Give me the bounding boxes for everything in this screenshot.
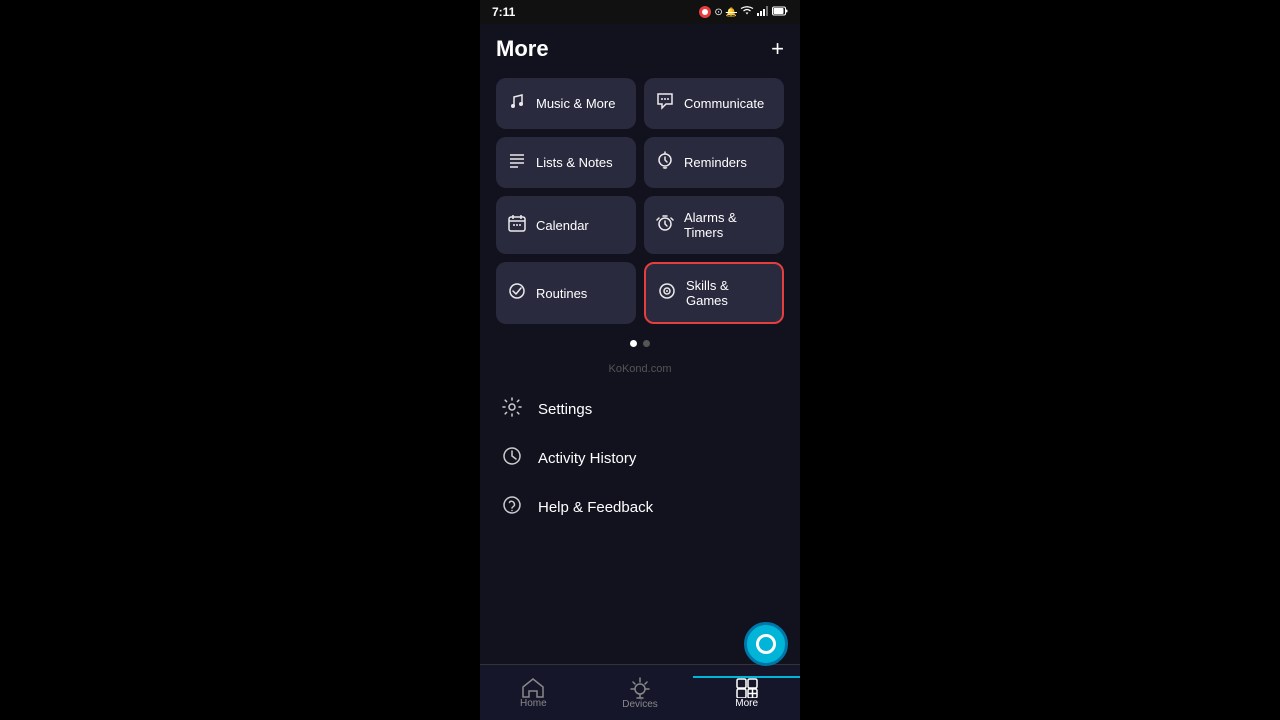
card-calendar-label: Calendar [536, 218, 589, 233]
card-lists-notes[interactable]: Lists & Notes [496, 137, 636, 188]
wifi-icon [740, 6, 754, 19]
mute-icon: 🔔 [726, 7, 737, 18]
card-reminders[interactable]: Reminders [644, 137, 784, 188]
status-icons: ⊙ 🔔 [699, 6, 788, 19]
menu-help-feedback[interactable]: Help & Feedback [496, 485, 784, 530]
card-calendar[interactable]: Calendar [496, 196, 636, 254]
main-content: More + Music & More [480, 24, 800, 664]
status-bar: 7:11 ⊙ 🔔 [480, 0, 800, 24]
devices-icon [630, 677, 650, 699]
card-alarms-timers-label: Alarms & Timers [684, 210, 772, 240]
card-skills-games-label: Skills & Games [686, 278, 770, 308]
calendar-icon [508, 214, 526, 237]
alexa-ring [756, 634, 776, 654]
pagination-dot-1 [630, 340, 637, 347]
devices-nav-label: Devices [622, 699, 658, 710]
reminders-icon [656, 151, 674, 174]
help-icon [500, 495, 524, 520]
card-alarms-timers[interactable]: Alarms & Timers [644, 196, 784, 254]
nav-home[interactable]: Home [480, 676, 587, 709]
card-reminders-label: Reminders [684, 155, 747, 170]
status-time: 7:11 [492, 5, 515, 19]
more-icon [736, 678, 758, 698]
add-button[interactable]: + [771, 36, 784, 62]
activity-history-label: Activity History [538, 450, 636, 467]
nav-devices[interactable]: Devices [587, 675, 694, 710]
page-title: More [496, 36, 549, 62]
settings-label: Settings [538, 401, 592, 418]
card-lists-notes-label: Lists & Notes [536, 155, 613, 170]
activity-icon [500, 446, 524, 471]
home-icon [522, 678, 544, 698]
card-skills-games[interactable]: Skills & Games [644, 262, 784, 324]
cards-grid: Music & More Communicate [496, 78, 784, 324]
lists-icon [508, 151, 526, 174]
battery-icon [772, 6, 788, 19]
pagination [496, 340, 784, 347]
home-nav-label: Home [520, 698, 547, 709]
card-routines-label: Routines [536, 286, 587, 301]
music-icon [508, 92, 526, 115]
card-communicate[interactable]: Communicate [644, 78, 784, 129]
card-communicate-label: Communicate [684, 96, 764, 111]
more-nav-label: More [735, 698, 758, 709]
nav-more[interactable]: More [693, 676, 800, 709]
screen-record-icon: ⊙ [714, 7, 722, 18]
bottom-nav: Home Devices More [480, 664, 800, 720]
card-routines[interactable]: Routines [496, 262, 636, 324]
watermark: KoKond.com [496, 363, 784, 375]
card-music-more-label: Music & More [536, 96, 615, 111]
menu-items: Settings Activity History [496, 387, 784, 530]
alexa-button[interactable] [744, 622, 788, 666]
page-header: More + [496, 36, 784, 62]
settings-icon [500, 397, 524, 422]
alarms-icon [656, 214, 674, 237]
card-music-more[interactable]: Music & More [496, 78, 636, 129]
signal-icon [757, 6, 769, 19]
help-feedback-label: Help & Feedback [538, 499, 653, 516]
pagination-dot-2 [643, 340, 650, 347]
communicate-icon [656, 92, 674, 115]
record-icon [699, 6, 711, 18]
menu-activity-history[interactable]: Activity History [496, 436, 784, 481]
routines-icon [508, 282, 526, 305]
skills-icon [658, 282, 676, 305]
menu-settings[interactable]: Settings [496, 387, 784, 432]
